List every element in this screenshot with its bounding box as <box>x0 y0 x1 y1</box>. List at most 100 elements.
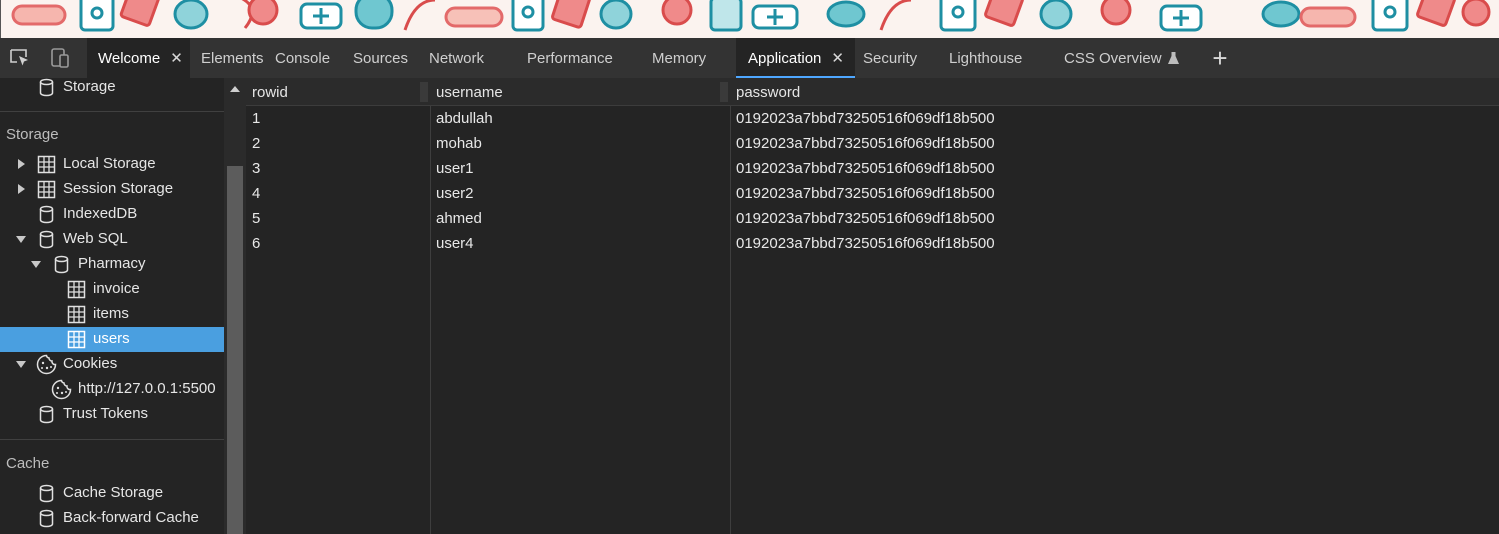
grid-icon <box>67 305 86 324</box>
table-row[interactable]: 2 mohab 0192023a7bbd73250516f069df18b500 <box>246 132 1499 157</box>
cell-password: 0192023a7bbd73250516f069df18b500 <box>736 160 995 177</box>
section-heading-cache: Cache <box>6 455 50 472</box>
tab-elements-label: Elements <box>201 49 264 67</box>
table-row[interactable]: 6 user4 0192023a7bbd73250516f069df18b500 <box>246 232 1499 257</box>
sidebar-item-label: Session Storage <box>63 180 174 197</box>
sidebar-item-indexeddb[interactable]: IndexedDB <box>0 202 224 227</box>
sidebar-item-cache-storage[interactable]: Cache Storage <box>0 481 224 506</box>
table-header: rowid username password <box>246 78 1499 106</box>
sidebar-item-storage-overview[interactable]: Storage <box>0 78 224 100</box>
tab-css-overview[interactable]: CSS Overview <box>1064 38 1200 78</box>
cell-rowid: 6 <box>252 235 261 252</box>
sidebar-item-label: Trust Tokens <box>63 405 149 422</box>
tab-memory-label: Memory <box>652 49 707 67</box>
section-heading-storage: Storage <box>6 126 59 143</box>
scroll-up-arrow-icon[interactable] <box>230 86 240 92</box>
sidebar-item-label: Pharmacy <box>78 255 146 272</box>
collapse-arrow-icon[interactable] <box>31 261 41 268</box>
cell-password: 0192023a7bbd73250516f069df18b500 <box>736 235 995 252</box>
cell-password: 0192023a7bbd73250516f069df18b500 <box>736 110 995 127</box>
tab-network[interactable]: Network <box>429 38 527 78</box>
database-icon <box>39 484 54 503</box>
cell-username: user2 <box>436 185 474 202</box>
expand-arrow-icon[interactable] <box>18 159 25 169</box>
sidebar-item-local-storage[interactable]: Local Storage <box>0 152 224 177</box>
tab-application-label: Application <box>748 49 822 67</box>
database-icon <box>54 255 69 274</box>
tab-security[interactable]: Security <box>855 38 949 78</box>
grid-icon <box>67 330 86 349</box>
sidebar-item-items-table[interactable]: items <box>0 302 224 327</box>
cell-password: 0192023a7bbd73250516f069df18b500 <box>736 185 995 202</box>
column-resize-handle[interactable] <box>420 82 428 102</box>
sidebar-item-label: Web SQL <box>63 230 128 247</box>
sidebar-item-invoice-table[interactable]: invoice <box>0 277 224 302</box>
sidebar-item-trust-tokens[interactable]: Trust Tokens <box>0 402 224 427</box>
tab-lighthouse[interactable]: Lighthouse <box>949 38 1064 78</box>
scrollbar-thumb[interactable] <box>227 166 243 534</box>
cell-rowid: 5 <box>252 210 261 227</box>
tab-console-label: Console <box>275 49 331 67</box>
tab-elements[interactable]: Elements <box>190 38 275 78</box>
cell-rowid: 1 <box>252 110 261 127</box>
grid-icon <box>67 280 86 299</box>
tab-application[interactable]: Application ✕ <box>736 38 855 78</box>
cell-password: 0192023a7bbd73250516f069df18b500 <box>736 210 995 227</box>
table-row[interactable]: 5 ahmed 0192023a7bbd73250516f069df18b500 <box>246 207 1499 232</box>
database-icon <box>39 509 54 528</box>
application-sidebar: Storage Storage Local Storage Session St… <box>0 78 224 534</box>
more-tabs-plus-icon[interactable]: + <box>1200 38 1240 78</box>
close-icon[interactable]: ✕ <box>170 49 183 67</box>
sidebar-scrollbar[interactable] <box>224 78 246 534</box>
expand-arrow-icon[interactable] <box>18 184 25 194</box>
tab-memory[interactable]: Memory <box>652 38 736 78</box>
sidebar-item-label: Cache Storage <box>63 484 164 501</box>
database-icon <box>39 205 54 224</box>
flask-icon <box>1167 51 1179 65</box>
cell-username: user1 <box>436 160 474 177</box>
collapse-arrow-icon[interactable] <box>16 361 26 368</box>
database-icon <box>39 78 54 97</box>
close-icon[interactable]: ✕ <box>831 49 844 67</box>
device-toolbar-icon[interactable] <box>40 38 80 78</box>
sidebar-item-pharmacy-db[interactable]: Pharmacy <box>0 252 224 277</box>
tab-welcome[interactable]: Welcome ✕ <box>87 38 190 78</box>
page-background-pattern <box>0 0 1499 38</box>
sidebar-item-users-table[interactable]: users <box>0 327 224 352</box>
table-row[interactable]: 3 user1 0192023a7bbd73250516f069df18b500 <box>246 157 1499 182</box>
column-header-rowid[interactable]: rowid <box>252 84 288 101</box>
column-header-username[interactable]: username <box>436 84 503 101</box>
inspect-element-icon[interactable] <box>0 38 40 78</box>
database-icon <box>39 405 54 424</box>
grid-icon <box>37 180 56 199</box>
sidebar-item-label: Back-forward Cache <box>63 509 199 526</box>
column-resize-handle[interactable] <box>720 82 728 102</box>
cookie-icon <box>36 354 57 375</box>
sidebar-item-label: http://127.0.0.1:5500 <box>78 380 216 397</box>
divider <box>0 111 224 112</box>
tab-console[interactable]: Console <box>275 38 353 78</box>
devtools-tabbar: Welcome ✕ Elements Console Sources Netwo… <box>0 38 1499 78</box>
divider <box>0 439 224 440</box>
cell-username: mohab <box>436 135 482 152</box>
cell-rowid: 3 <box>252 160 261 177</box>
tab-sources[interactable]: Sources <box>353 38 429 78</box>
sidebar-item-session-storage[interactable]: Session Storage <box>0 177 224 202</box>
sidebar-item-label: Cookies <box>63 355 118 372</box>
websql-data-table: rowid username password 1 abdullah 0192023… <box>246 78 1499 534</box>
tab-sources-label: Sources <box>353 49 409 67</box>
sidebar-item-cookie-origin[interactable]: http://127.0.0.1:5500 <box>0 377 224 402</box>
sidebar-item-web-sql[interactable]: Web SQL <box>0 227 224 252</box>
sidebar-item-label: Storage <box>63 78 116 95</box>
grid-icon <box>37 155 56 174</box>
tab-performance[interactable]: Performance <box>527 38 652 78</box>
sidebar-item-label: Local Storage <box>63 155 156 172</box>
cookie-icon <box>51 379 72 400</box>
sidebar-item-label: users <box>93 330 130 347</box>
sidebar-item-cookies[interactable]: Cookies <box>0 352 224 377</box>
column-header-password[interactable]: password <box>736 84 800 101</box>
table-row[interactable]: 4 user2 0192023a7bbd73250516f069df18b500 <box>246 182 1499 207</box>
table-row[interactable]: 1 abdullah 0192023a7bbd73250516f069df18b50… <box>246 107 1499 132</box>
collapse-arrow-icon[interactable] <box>16 236 26 243</box>
sidebar-item-back-forward-cache[interactable]: Back-forward Cache <box>0 506 224 531</box>
